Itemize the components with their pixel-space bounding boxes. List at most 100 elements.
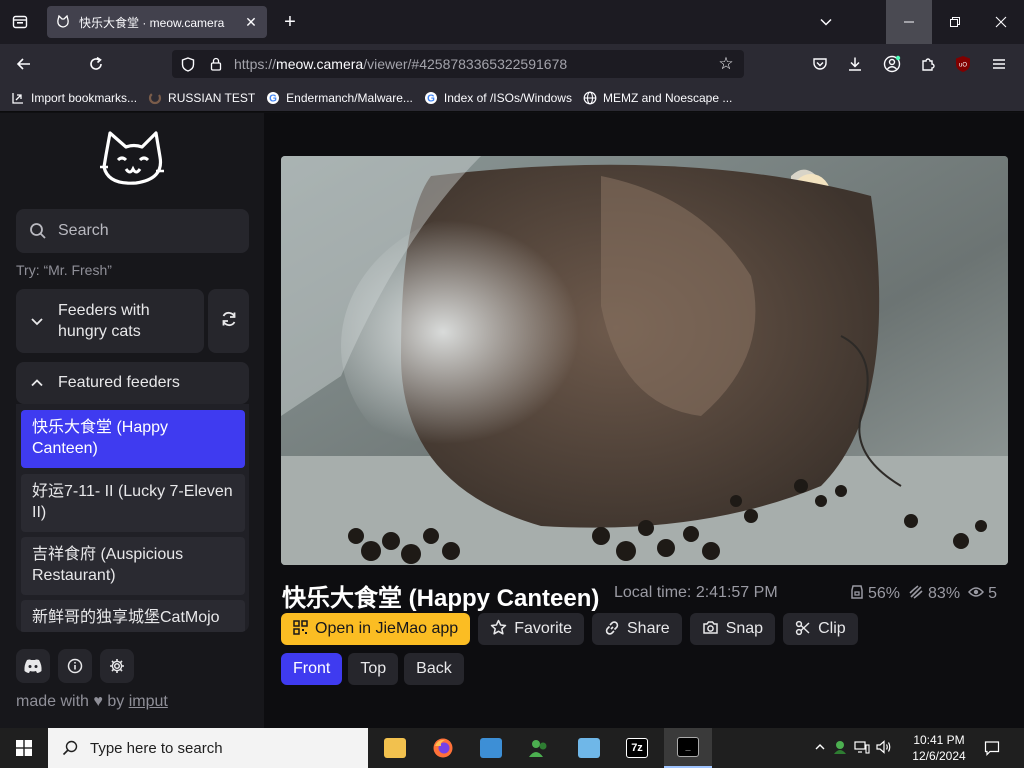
clip-button[interactable]: Clip (783, 613, 858, 645)
camera-icon (702, 620, 719, 638)
tab-title: 快乐大食堂 · meow.camera (79, 15, 225, 30)
notification-icon[interactable] (980, 736, 1004, 760)
ublock-origin-icon[interactable]: uO (951, 52, 975, 76)
pocket-icon[interactable] (808, 52, 832, 76)
lock-icon[interactable] (204, 52, 228, 76)
feeder-stats: 56% 83% 5 (850, 584, 997, 603)
camera-title: 快乐大食堂 (Happy Canteen) (282, 585, 600, 612)
control-panel-icon[interactable] (467, 728, 515, 768)
hungry-feeders-label: Feeders with hungry cats (58, 302, 150, 340)
terminal-icon[interactable]: _ (664, 728, 712, 768)
info-icon[interactable] (58, 649, 92, 683)
extensions-puzzle-icon[interactable] (916, 52, 940, 76)
camera-video-feed[interactable] (281, 156, 1008, 565)
refresh-button[interactable] (208, 289, 249, 353)
favorite-button[interactable]: Favorite (478, 613, 584, 645)
search-field[interactable] (16, 209, 249, 253)
restore-window-icon[interactable] (932, 0, 978, 44)
bookmark-memz[interactable]: MEMZ and Noescape ... (582, 90, 732, 106)
windows-taskbar: Type here to search 7z _ 10:41 PM 12/6/2… (0, 728, 1024, 768)
heart-icon: ♥ (93, 693, 103, 710)
search-hint: Try: “Mr. Fresh” (16, 262, 112, 278)
clock-time: 10:41 PM (913, 733, 965, 747)
tab-close-icon[interactable]: ✕ (243, 14, 259, 30)
share-button[interactable]: Share (592, 613, 682, 645)
tray-app-icon[interactable] (832, 739, 848, 758)
windows-start-icon[interactable] (0, 728, 48, 768)
svg-text:G: G (427, 93, 435, 104)
download-icon[interactable] (843, 52, 867, 76)
firefox-icon[interactable] (419, 728, 467, 768)
network-icon[interactable] (854, 740, 870, 757)
sidebar: Try: “Mr. Fresh” Feeders with hungry cat… (0, 113, 264, 728)
hungry-feeders-toggle[interactable]: Feeders with hungry cats (16, 289, 204, 353)
address-bar[interactable]: https://meow.camera/viewer/#425878336532… (172, 50, 744, 78)
reload-icon[interactable] (84, 52, 108, 76)
minimize-window-icon[interactable] (886, 0, 932, 44)
gear-icon[interactable] (100, 649, 134, 683)
browser-tab-bar: 快乐大食堂 · meow.camera ✕ + (0, 0, 1024, 44)
local-time: Local time: 2:41:57 PM (614, 584, 778, 601)
back-arrow-icon[interactable] (12, 52, 36, 76)
view-back-button[interactable]: Back (404, 653, 464, 685)
discord-icon[interactable] (16, 649, 50, 683)
notepad-icon[interactable] (565, 728, 613, 768)
browser-navigation-bar: https://meow.camera/viewer/#425878336532… (0, 44, 1024, 84)
globe-icon (582, 90, 598, 106)
featured-feeder-list[interactable]: 快乐大食堂 (Happy Canteen) 好运7-11- II (Lucky … (16, 404, 249, 632)
tab-list-icon[interactable] (8, 10, 32, 34)
system-tray (814, 728, 892, 768)
food-bag-icon (850, 584, 864, 603)
featured-feeders-label: Featured feeders (58, 374, 180, 391)
view-front-button[interactable]: Front (281, 653, 343, 685)
new-tab-icon[interactable]: + (278, 10, 302, 34)
chevron-down-icon[interactable] (814, 10, 838, 34)
chevron-up-icon (28, 374, 46, 392)
cat-face-icon (55, 14, 71, 30)
feeder-item-lucky-7-eleven[interactable]: 好运7-11- II (Lucky 7-Eleven II) (21, 474, 245, 532)
scissors-icon (795, 620, 811, 639)
taskbar-clock[interactable]: 10:41 PM 12/6/2024 (908, 732, 970, 764)
search-input[interactable] (58, 222, 238, 240)
made-with-credit: made with ♥ by imput (16, 693, 168, 710)
file-explorer-icon[interactable] (371, 728, 419, 768)
view-top-button[interactable]: Top (348, 653, 399, 685)
clock-date: 12/6/2024 (912, 749, 966, 763)
hamburger-menu-icon[interactable] (987, 52, 1011, 76)
snap-button[interactable]: Snap (689, 613, 776, 645)
7zip-icon[interactable]: 7z (613, 728, 661, 768)
shield-icon[interactable] (176, 52, 200, 76)
refresh-icon (220, 310, 238, 333)
import-icon (10, 90, 26, 106)
meow-camera-logo[interactable] (96, 127, 168, 193)
google-icon: G (423, 90, 439, 106)
taskbar-search-box[interactable]: Type here to search (48, 728, 368, 768)
bookmarks-toolbar: Import bookmarks... RUSSIAN TEST G Ender… (0, 84, 1024, 112)
feeder-item-auspicious-restaurant[interactable]: 吉祥食府 (Auspicious Restaurant) (21, 537, 245, 595)
bowl-icon (908, 584, 924, 603)
bookmark-endermanch[interactable]: G Endermanch/Malware... (265, 90, 413, 106)
chevron-up-icon[interactable] (814, 741, 826, 756)
volume-icon[interactable] (876, 739, 892, 757)
taskbar-search-placeholder: Type here to search (90, 739, 223, 757)
people-app-icon[interactable] (515, 728, 563, 768)
feeder-item-happy-canteen[interactable]: 快乐大食堂 (Happy Canteen) (21, 410, 245, 468)
bookmark-star-icon[interactable]: ☆ (714, 52, 738, 76)
author-link[interactable]: imput (129, 693, 168, 710)
feeder-item-catmojo[interactable]: 新鲜哥的独享城堡CatMojo (21, 600, 245, 632)
active-tab[interactable]: 快乐大食堂 · meow.camera ✕ (47, 6, 267, 38)
loading-icon (147, 90, 163, 106)
bookmark-import[interactable]: Import bookmarks... (10, 90, 137, 106)
svg-text:G: G (269, 93, 277, 104)
close-window-icon[interactable] (978, 0, 1024, 44)
bookmark-isos[interactable]: G Index of /ISOs/Windows (423, 90, 572, 106)
open-in-app-button[interactable]: Open in JieMao app (281, 613, 471, 645)
fullness-stat: 83% (908, 584, 960, 603)
account-icon[interactable] (880, 52, 904, 76)
svg-text:uO: uO (959, 63, 967, 69)
featured-feeders-toggle[interactable]: Featured feeders (16, 362, 249, 404)
chevron-down-icon (28, 312, 46, 330)
page-content: Try: “Mr. Fresh” Feeders with hungry cat… (0, 113, 1024, 728)
bookmark-russian-test[interactable]: RUSSIAN TEST (147, 90, 255, 106)
viewer-count-stat: 5 (968, 584, 997, 603)
